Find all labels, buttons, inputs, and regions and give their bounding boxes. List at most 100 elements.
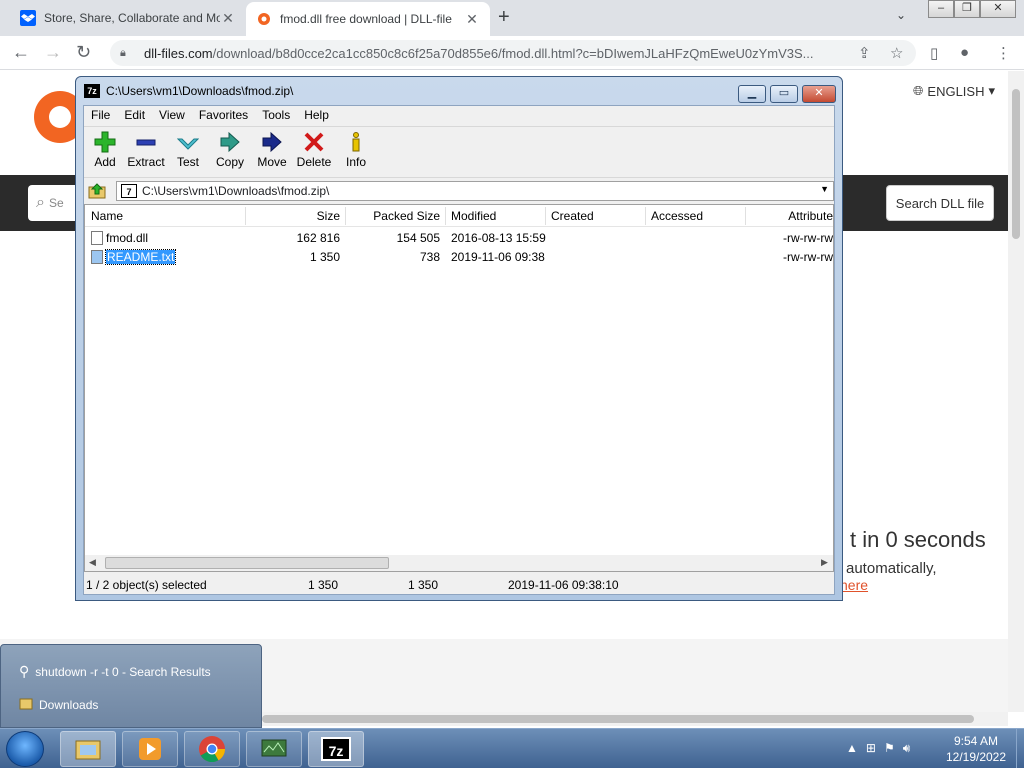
move-label: Move (257, 155, 287, 169)
start-button-windows-icon[interactable] (6, 731, 44, 767)
delete-icon (304, 132, 324, 152)
scrollbar-thumb[interactable] (105, 557, 389, 569)
tab-search-chevron-icon[interactable]: ⌄ (896, 8, 906, 22)
clock-date: 12/19/2022 (945, 750, 1007, 764)
taskbar-chrome-button[interactable] (184, 731, 240, 767)
search-placeholder: Se (48, 196, 64, 210)
file-row[interactable]: README.txt 1 350 738 2019-11-06 09:38 -r… (85, 248, 833, 266)
globe-icon: 🌐︎ (913, 83, 924, 98)
scrollbar-thumb[interactable] (1012, 89, 1020, 239)
tab-dll-files[interactable]: fmod.dll free download | DLL-file ✕ (246, 2, 490, 36)
file-packed-size: 154 505 (396, 231, 440, 245)
bookmark-star-icon[interactable]: ☆ (890, 44, 903, 62)
network-icon[interactable]: ⊞ (866, 741, 876, 756)
column-modified[interactable]: Modified (451, 209, 496, 223)
taskbar-explorer-button[interactable] (60, 731, 116, 767)
scroll-left-arrow-icon[interactable]: ◀ (89, 557, 96, 568)
folder-icon (19, 696, 33, 713)
tab-dropbox[interactable]: Store, Share, Collaborate and Mo ✕ (10, 0, 246, 36)
7zip-menu-bar: File Edit View Favorites Tools Help (84, 106, 834, 126)
tab-close-icon[interactable]: ✕ (220, 10, 236, 27)
here-link[interactable]: here (840, 577, 868, 593)
menu-help[interactable]: Help (297, 106, 336, 126)
window-close-button[interactable]: ✕ (980, 0, 1016, 18)
show-desktop-button[interactable] (1016, 729, 1024, 768)
page-horizontal-scrollbar[interactable] (262, 712, 1008, 726)
action-center-flag-icon[interactable]: ⚑ (884, 741, 895, 756)
window-title: C:\Users\vm1\Downloads\fmod.zip\ (106, 84, 294, 98)
file-name: README.txt (104, 249, 177, 265)
profile-avatar-icon[interactable]: ● (960, 44, 969, 61)
folder-up-icon[interactable] (88, 182, 106, 200)
address-bar[interactable]: 🔒︎ dll-files.com/download/b8d0cce2ca1cc8… (110, 40, 916, 66)
copy-button[interactable]: Copy (209, 131, 251, 169)
folder-icon (75, 740, 101, 760)
dll-files-logo-gear-icon[interactable] (26, 87, 86, 147)
tray-expand-icon[interactable]: ▲ (846, 741, 858, 756)
language-selector[interactable]: 🌐︎ ENGLISH ▾ (913, 83, 995, 99)
new-tab-button[interactable]: + (498, 6, 510, 29)
7zip-toolbar: Add Extract Test Copy Move Delete Info (84, 126, 834, 178)
7zip-close-button[interactable]: ✕ (802, 85, 836, 103)
info-label: Info (345, 155, 366, 169)
dropdown-arrow-icon[interactable]: ▼ (820, 184, 829, 194)
jump-item-search-results[interactable]: ⚲ shutdown -r -t 0 - Search Results (19, 663, 211, 680)
test-icon (177, 138, 199, 150)
column-name[interactable]: Name (91, 209, 123, 223)
column-divider[interactable] (645, 207, 646, 225)
window-minimize-button[interactable]: – (928, 0, 954, 18)
file-name-cell: fmod.dll (91, 231, 148, 245)
extract-button[interactable]: Extract (125, 131, 167, 169)
7zip-maximize-button[interactable]: ▭ (770, 85, 798, 103)
menu-file[interactable]: File (84, 106, 117, 126)
scrollbar-thumb[interactable] (262, 715, 974, 723)
menu-edit[interactable]: Edit (117, 106, 152, 126)
back-arrow-icon[interactable]: ← (12, 42, 30, 63)
7zip-title-bar[interactable]: 7z C:\Users\vm1\Downloads\fmod.zip\ (84, 84, 293, 98)
column-created[interactable]: Created (551, 209, 594, 223)
forward-arrow-icon[interactable]: → (44, 42, 62, 63)
menu-tools[interactable]: Tools (255, 106, 297, 126)
search-dll-button[interactable]: Search DLL file (886, 185, 994, 221)
move-button[interactable]: Move (251, 131, 293, 169)
column-divider[interactable] (445, 207, 446, 225)
7zip-minimize-button[interactable]: ▁ (738, 85, 766, 103)
7zip-status-bar: 1 / 2 object(s) selected 1 350 1 350 201… (84, 575, 834, 595)
menu-view[interactable]: View (152, 106, 192, 126)
test-button[interactable]: Test (167, 131, 209, 169)
taskbar-clock[interactable]: 9:54 AM 12/19/2022 (936, 733, 1016, 765)
menu-favorites[interactable]: Favorites (192, 106, 255, 126)
delete-button[interactable]: Delete (293, 131, 335, 169)
reload-icon[interactable]: ↻ (76, 42, 91, 63)
column-packed-size[interactable]: Packed Size (345, 209, 440, 223)
file-row[interactable]: fmod.dll 162 816 154 505 2016-08-13 15:5… (85, 229, 833, 247)
add-button[interactable]: Add (84, 131, 126, 169)
volume-icon[interactable]: 🔊︎ (903, 741, 911, 756)
status-size: 1 350 (308, 578, 339, 592)
column-divider[interactable] (545, 207, 546, 225)
column-size[interactable]: Size (245, 209, 340, 223)
countdown-text: t in 0 seconds (850, 527, 986, 552)
page-vertical-scrollbar[interactable] (1008, 71, 1024, 712)
file-list-horizontal-scrollbar[interactable]: ◀ ▶ (85, 555, 833, 571)
clock-time: 9:54 AM (953, 734, 999, 748)
info-button[interactable]: Info (335, 131, 377, 169)
jump-item-downloads[interactable]: Downloads (19, 696, 98, 713)
menu-kebab-icon[interactable]: ⋮ (996, 44, 1011, 62)
status-modified: 2019-11-06 09:38:10 (508, 578, 619, 592)
path-combobox[interactable]: 7 C:\Users\vm1\Downloads\fmod.zip\ ▼ (116, 181, 834, 201)
taskbar-7zip-button[interactable]: 7z (308, 731, 364, 767)
file-packed-size: 738 (419, 250, 440, 264)
lock-icon: 🔒︎ (120, 46, 126, 59)
taskbar-network-app-button[interactable] (246, 731, 302, 767)
tab-close-icon[interactable]: ✕ (464, 11, 480, 28)
side-panel-icon[interactable]: ▯ (930, 44, 938, 62)
copy-label: Copy (215, 155, 244, 169)
window-restore-button[interactable]: ❐ (954, 0, 980, 18)
column-attributes[interactable]: Attribute (745, 209, 833, 223)
column-accessed[interactable]: Accessed (651, 209, 703, 223)
scroll-right-arrow-icon[interactable]: ▶ (821, 557, 828, 568)
7zip-path-bar: 7 C:\Users\vm1\Downloads\fmod.zip\ ▼ (84, 179, 834, 203)
taskbar-media-player-button[interactable] (122, 731, 178, 767)
share-icon[interactable]: ⇪ (858, 44, 871, 62)
